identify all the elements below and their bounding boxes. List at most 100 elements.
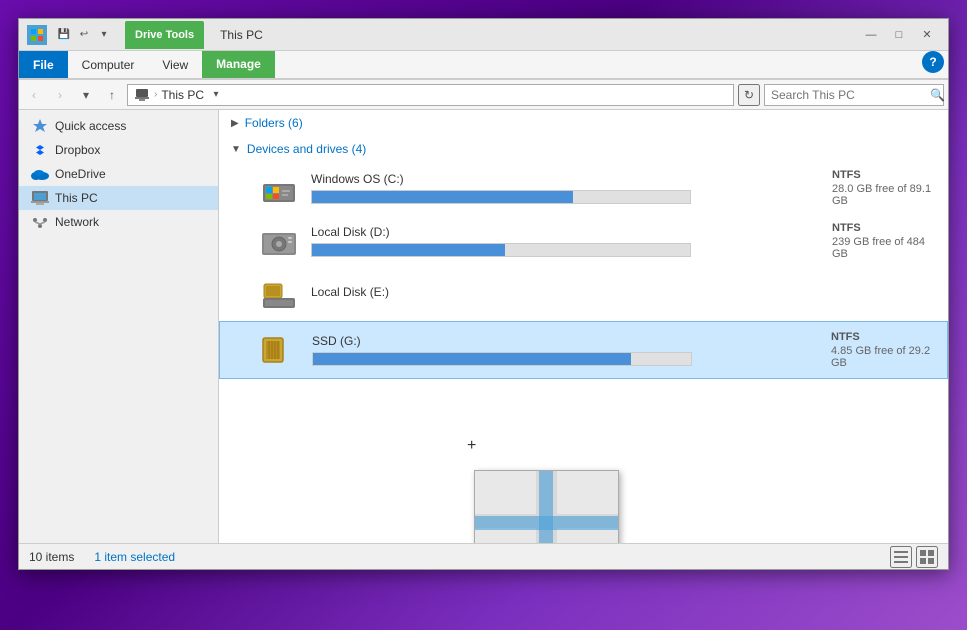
sidebar-item-onedrive[interactable]: OneDrive bbox=[19, 162, 218, 186]
sidebar-item-quick-access[interactable]: Quick access bbox=[19, 114, 218, 138]
items-count: 10 items bbox=[29, 550, 74, 564]
drive-c-fs-info: 28.0 GB free of 89.1 GB bbox=[832, 183, 932, 207]
ssd-icon bbox=[261, 332, 299, 368]
drive-g-fs-label: NTFS bbox=[831, 331, 931, 343]
devices-chevron: ▼ bbox=[231, 144, 241, 155]
devices-label: Devices and drives (4) bbox=[247, 142, 366, 156]
tooltip-quad-tl bbox=[475, 471, 536, 514]
tooltip-quad-bl bbox=[475, 528, 536, 543]
computer-icon bbox=[134, 87, 150, 103]
quick-access-icon bbox=[31, 117, 49, 135]
details-view-button[interactable] bbox=[890, 546, 912, 568]
tab-view[interactable]: View bbox=[148, 51, 202, 78]
title-bar-left: 💾 ↩ ▾ Drive Tools This PC bbox=[27, 21, 263, 49]
address-dropdown[interactable]: ▾ bbox=[208, 84, 224, 106]
hdd-drive-icon bbox=[260, 223, 298, 259]
drive-g-fs-info: 4.85 GB free of 29.2 GB bbox=[831, 345, 931, 369]
qat-save[interactable]: 💾 bbox=[55, 26, 73, 44]
recent-button[interactable]: ▾ bbox=[75, 84, 97, 106]
close-button[interactable]: ✕ bbox=[914, 25, 940, 45]
drive-d[interactable]: Local Disk (D:) NTFS 239 GB free of 484 … bbox=[219, 215, 948, 268]
search-box[interactable]: 🔍 bbox=[764, 84, 944, 106]
quick-access-toolbar: 💾 ↩ ▾ bbox=[55, 26, 113, 44]
sidebar-item-network[interactable]: Network bbox=[19, 210, 218, 234]
drive-c-fs-label: NTFS bbox=[832, 169, 932, 181]
sidebar-label-quick-access: Quick access bbox=[55, 119, 210, 133]
windows-drive-icon bbox=[260, 170, 298, 206]
explorer-window: 💾 ↩ ▾ Drive Tools This PC — □ ✕ File Com… bbox=[18, 18, 949, 570]
tab-file[interactable]: File bbox=[19, 51, 68, 78]
drive-g-icon bbox=[260, 330, 300, 370]
drive-e-info: Local Disk (E:) bbox=[311, 285, 820, 303]
sidebar-label-this-pc: This PC bbox=[55, 191, 210, 205]
network-icon bbox=[31, 213, 49, 231]
sidebar-item-this-pc[interactable]: This PC bbox=[19, 186, 218, 210]
drive-g[interactable]: SSD (G:) NTFS 4.85 GB free of 29.2 GB bbox=[219, 321, 948, 379]
content-area: ▶ Folders (6) ▼ Devices and drives (4) bbox=[219, 110, 948, 543]
ribbon: File Computer View Manage ? bbox=[19, 51, 948, 80]
drive-d-fs-label: NTFS bbox=[832, 222, 932, 234]
drive-g-fill bbox=[313, 353, 631, 365]
address-bar: ‹ › ▾ ↑ › This PC ▾ ↻ 🔍 bbox=[19, 80, 948, 110]
drive-c-info: Windows OS (C:) bbox=[311, 172, 820, 204]
drive-d-fill bbox=[312, 244, 505, 256]
help-button[interactable]: ? bbox=[922, 51, 944, 73]
onedrive-icon bbox=[31, 165, 49, 183]
up-button[interactable]: ↑ bbox=[101, 84, 123, 106]
drive-c[interactable]: Windows OS (C:) NTFS 28.0 GB free of 89.… bbox=[219, 162, 948, 215]
minimize-button[interactable]: — bbox=[858, 25, 884, 45]
selected-count[interactable]: 1 item selected bbox=[94, 550, 175, 564]
drive-e-name: Local Disk (E:) bbox=[311, 285, 820, 299]
tooltip-crosshair-v bbox=[539, 471, 553, 543]
drive-d-fs: NTFS 239 GB free of 484 GB bbox=[832, 222, 932, 260]
drive-e[interactable]: Local Disk (E:) bbox=[219, 268, 948, 321]
path-this-pc: This PC bbox=[161, 88, 204, 102]
window-title: This PC bbox=[220, 28, 263, 42]
drive-c-name: Windows OS (C:) bbox=[311, 172, 820, 186]
plus-cursor: + bbox=[467, 437, 476, 455]
tooltip-quad-tr bbox=[557, 471, 618, 514]
drive-g-fs: NTFS 4.85 GB free of 29.2 GB bbox=[831, 331, 931, 369]
drive-c-fill bbox=[312, 191, 573, 203]
large-icons-button[interactable] bbox=[916, 546, 938, 568]
maximize-button[interactable]: □ bbox=[886, 25, 912, 45]
forward-button[interactable]: › bbox=[49, 84, 71, 106]
sidebar-label-network: Network bbox=[55, 215, 210, 229]
address-path[interactable]: › This PC ▾ bbox=[127, 84, 734, 106]
window-controls: — □ ✕ bbox=[858, 25, 940, 45]
drive-c-icon bbox=[259, 168, 299, 208]
folders-section-header[interactable]: ▶ Folders (6) bbox=[219, 110, 948, 136]
search-input[interactable] bbox=[771, 88, 926, 102]
path-chevron1: › bbox=[154, 89, 157, 100]
tab-computer[interactable]: Computer bbox=[68, 51, 149, 78]
devices-section-header[interactable]: ▼ Devices and drives (4) bbox=[219, 136, 948, 162]
tooltip-quad-br bbox=[557, 528, 618, 543]
tooltip-preview: (460 , 419) 217, 217, 217 bbox=[474, 470, 619, 543]
qat-dropdown[interactable]: ▾ bbox=[95, 26, 113, 44]
drive-tools-tab: Drive Tools bbox=[125, 21, 204, 49]
drive-d-fs-info: 239 GB free of 484 GB bbox=[832, 236, 932, 260]
drive-g-info: SSD (G:) bbox=[312, 334, 819, 366]
drive-g-name: SSD (G:) bbox=[312, 334, 819, 348]
back-button[interactable]: ‹ bbox=[23, 84, 45, 106]
drive-d-info: Local Disk (D:) bbox=[311, 225, 820, 257]
sidebar-label-dropbox: Dropbox bbox=[55, 143, 210, 157]
qat-undo[interactable]: ↩ bbox=[75, 26, 93, 44]
main-area: Quick access Dropbox OneDrive This PC bbox=[19, 110, 948, 543]
this-pc-icon bbox=[31, 189, 49, 207]
drive-e-icon bbox=[259, 274, 299, 314]
tab-manage[interactable]: Manage bbox=[202, 51, 275, 78]
sidebar: Quick access Dropbox OneDrive This PC bbox=[19, 110, 219, 543]
sidebar-item-dropbox[interactable]: Dropbox bbox=[19, 138, 218, 162]
drive-d-icon bbox=[259, 221, 299, 261]
drive-c-fs: NTFS 28.0 GB free of 89.1 GB bbox=[832, 169, 932, 207]
drive-d-name: Local Disk (D:) bbox=[311, 225, 820, 239]
refresh-button[interactable]: ↻ bbox=[738, 84, 760, 106]
title-bar: 💾 ↩ ▾ Drive Tools This PC — □ ✕ bbox=[19, 19, 948, 51]
tooltip-image bbox=[475, 471, 618, 543]
window-icon bbox=[27, 25, 47, 45]
hdd-gold-icon bbox=[260, 276, 298, 312]
status-bar: 10 items 1 item selected bbox=[19, 543, 948, 569]
search-icon: 🔍 bbox=[930, 88, 945, 102]
drive-g-progress bbox=[312, 352, 692, 366]
